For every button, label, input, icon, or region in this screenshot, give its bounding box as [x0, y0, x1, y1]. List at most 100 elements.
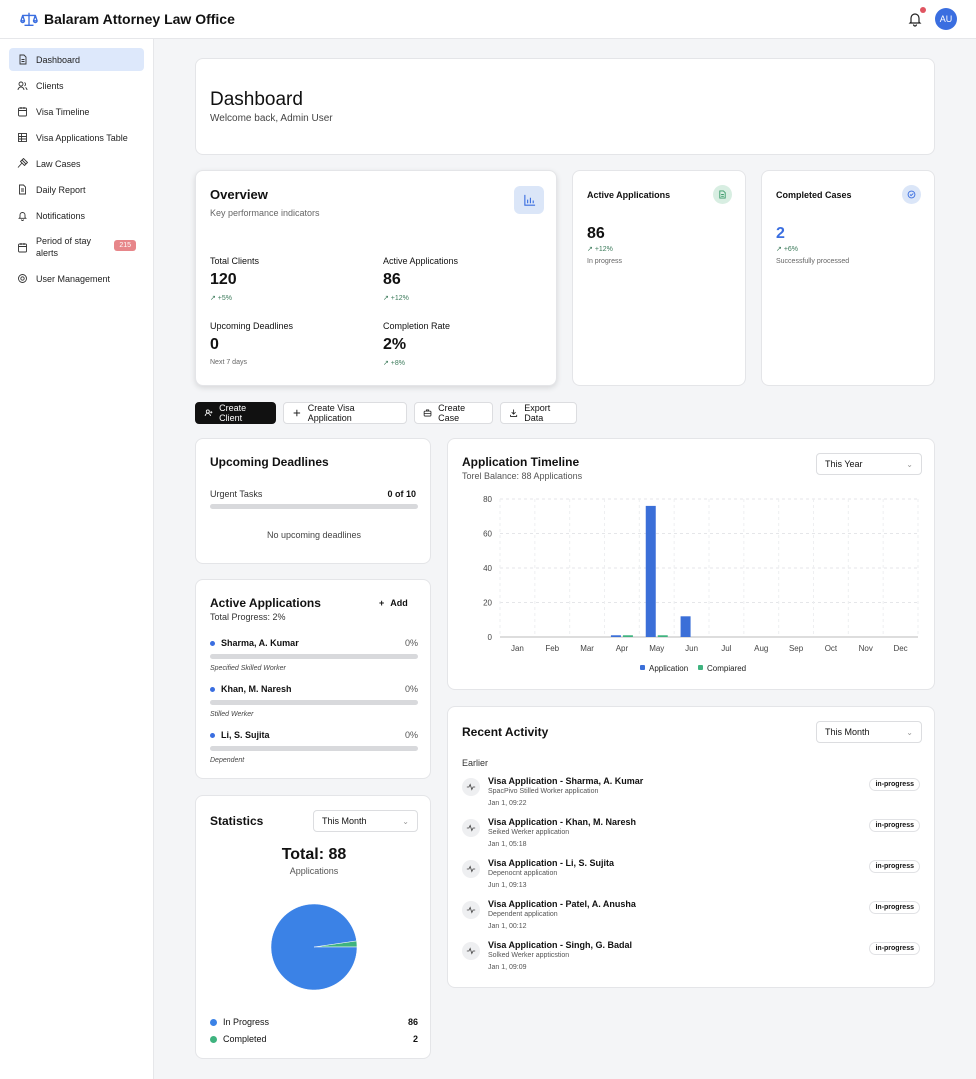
stat-note: ↗ +5% — [210, 295, 233, 302]
overview-title: Overview — [210, 187, 268, 202]
stat-active-applications: Active Applications 86 ↗ +12% — [383, 256, 543, 302]
status-badge: In-progress — [869, 901, 920, 914]
activity-pulse-icon — [462, 942, 480, 960]
document-icon — [713, 185, 732, 204]
application-row[interactable]: Sharma, A. Kumar 0% Specified Skilled Work… — [210, 638, 418, 672]
kpi-title: Completed Cases — [776, 190, 852, 200]
kpi-trend: ↗ +6% — [776, 246, 799, 253]
urgent-label: Urgent Tasks — [210, 489, 263, 499]
kpi-value: 86 — [587, 225, 605, 242]
legend-label: Application — [649, 664, 688, 673]
activity-time: Jan 1, 05:18 — [488, 841, 527, 848]
top-bar: Balaram Attorney Law Office — [0, 0, 976, 39]
legend-label: In Progress — [223, 1017, 270, 1027]
recent-filter-value: This Month — [825, 727, 870, 737]
export-data-button[interactable]: Export Data — [500, 402, 577, 424]
x-tick-label: Oct — [825, 644, 838, 653]
page-title: Dashboard — [210, 89, 303, 110]
timeline-title: Application Timeline — [462, 455, 580, 469]
gear-icon — [18, 274, 27, 283]
create-client-button[interactable]: Create Client — [195, 402, 276, 424]
chevron-down-icon: ⌄ — [906, 459, 913, 469]
scales-icon — [20, 10, 38, 28]
legend-label: Compiared — [707, 664, 746, 673]
avatar[interactable]: AU — [935, 8, 957, 30]
applicant-name: Khan, M. Naresh — [221, 684, 292, 694]
activity-description: Depenocnt application — [488, 870, 558, 877]
bar-application-apr — [610, 635, 621, 637]
total-progress: Total Progress: 2% — [210, 612, 286, 622]
welcome-text: Welcome back, Admin User — [210, 113, 333, 124]
x-tick-label: Dec — [893, 644, 907, 653]
create-client-label: Create Client — [219, 403, 247, 423]
sidebar-item-label: Notifications — [36, 210, 86, 221]
status-badge: in-progress — [869, 942, 920, 955]
kpi-title: Active Applications — [587, 190, 671, 200]
kpi-value: 2 — [776, 225, 785, 242]
alert-count-badge: 215 — [114, 240, 136, 251]
activity-description: Dependent application — [488, 911, 558, 918]
activity-item[interactable]: Visa Application - Khan, M. Naresh Seiked… — [462, 817, 920, 853]
timeline-bar-chart: 0 20 40 60 80 Jan Feb Mar Apr May Jun Jul Aug Sep Oct N… — [483, 495, 919, 673]
urgent-progress-bar — [210, 504, 418, 509]
sidebar-item-dashboard[interactable]: Dashboard — [9, 48, 144, 71]
recent-title: Recent Activity — [462, 725, 549, 739]
stat-total-clients: Total Clients 120 ↗ +5% — [210, 256, 370, 302]
sidebar-item-label: Clients — [36, 80, 64, 91]
bar-application-may — [645, 505, 656, 637]
app-title: Balaram Attorney Law Office — [44, 11, 235, 27]
application-progress-bar — [210, 746, 418, 751]
recent-filter-select[interactable]: This Month ⌄ — [816, 721, 922, 743]
chevron-down-icon: ⌄ — [906, 727, 913, 737]
activity-item[interactable]: Visa Application - Singh, G. Badal Solked… — [462, 940, 920, 976]
y-tick-label: 40 — [483, 564, 492, 573]
add-application-button[interactable]: + Add — [379, 598, 408, 608]
activity-pulse-icon — [462, 901, 480, 919]
sidebar-item-label: Daily Report — [36, 184, 86, 195]
create-case-button[interactable]: Create Case — [414, 402, 493, 424]
calendar-icon — [18, 107, 27, 117]
sidebar-item-law-cases[interactable]: Law Cases — [9, 152, 144, 175]
statistics-pie-chart — [270, 903, 358, 991]
status-badge: in-progress — [869, 778, 920, 791]
activity-title: Visa Application - Li, S. Sujita — [488, 858, 615, 868]
create-visa-button[interactable]: Create Visa Application — [283, 402, 407, 424]
application-percent: 0% — [404, 684, 418, 694]
application-row[interactable]: Li, S. Sujita 0% Dependent — [210, 730, 418, 764]
status-dot — [210, 732, 215, 738]
recent-activity-card: Recent Activity This Month ⌄ Earlier Vis… — [447, 706, 935, 988]
activity-item[interactable]: Visa Application - Patel, A. Anusha Depen… — [462, 899, 920, 935]
legend-swatch — [698, 665, 703, 670]
statistics-filter-select[interactable]: This Month ⌄ — [313, 810, 418, 832]
sidebar-item-period-of-stay-alerts[interactable]: Period of stay alerts 215 — [9, 230, 144, 264]
overview-card: Overview Key performance indicators Tota… — [195, 170, 557, 386]
legend-row: In Progress 86 — [210, 1017, 418, 1027]
activity-item[interactable]: Visa Application - Sharma, A. Kumar SpacP… — [462, 776, 920, 812]
sidebar-item-clients[interactable]: Clients — [9, 74, 144, 97]
bell-icon[interactable] — [907, 11, 923, 27]
activity-time: Jan 1, 00:12 — [488, 923, 527, 930]
statistics-card: Statistics This Month ⌄ Total: 88 Applic… — [195, 795, 431, 1059]
application-row[interactable]: Khan, M. Naresh 0% Stilled Werker — [210, 684, 418, 718]
activity-item[interactable]: Visa Application - Li, S. Sujita Depenocn… — [462, 858, 920, 894]
x-tick-label: Jan — [511, 644, 524, 653]
sidebar-item-user-management[interactable]: User Management — [9, 267, 144, 290]
sidebar-item-daily-report[interactable]: Daily Report — [9, 178, 144, 201]
timeline-filter-select[interactable]: This Year ⌄ — [816, 453, 922, 475]
statistics-filter-value: This Month — [322, 816, 367, 826]
bar-compiared-apr — [622, 635, 633, 637]
sidebar-item-notifications[interactable]: Notifications — [9, 204, 144, 227]
stat-value: 86 — [383, 271, 401, 288]
urgent-count: 0 of 10 — [387, 489, 416, 499]
stat-value: 2% — [383, 336, 407, 353]
sidebar-item-label: Dashboard — [36, 54, 81, 65]
active-applications-card: Active Applications 86 ↗ +12% In progres… — [572, 170, 746, 386]
sidebar-item-visa-applications-table[interactable]: Visa Applications Table — [9, 126, 144, 149]
x-tick-label: Jul — [721, 644, 731, 653]
sidebar-item-visa-timeline[interactable]: Visa Timeline — [9, 100, 144, 123]
kpi-trend-value: +12% — [594, 246, 613, 253]
x-tick-label: Mar — [580, 644, 594, 653]
legend-label: Completed — [223, 1034, 267, 1044]
deadlines-title: Upcoming Deadlines — [210, 455, 329, 469]
bar-compiared-may — [657, 635, 668, 637]
